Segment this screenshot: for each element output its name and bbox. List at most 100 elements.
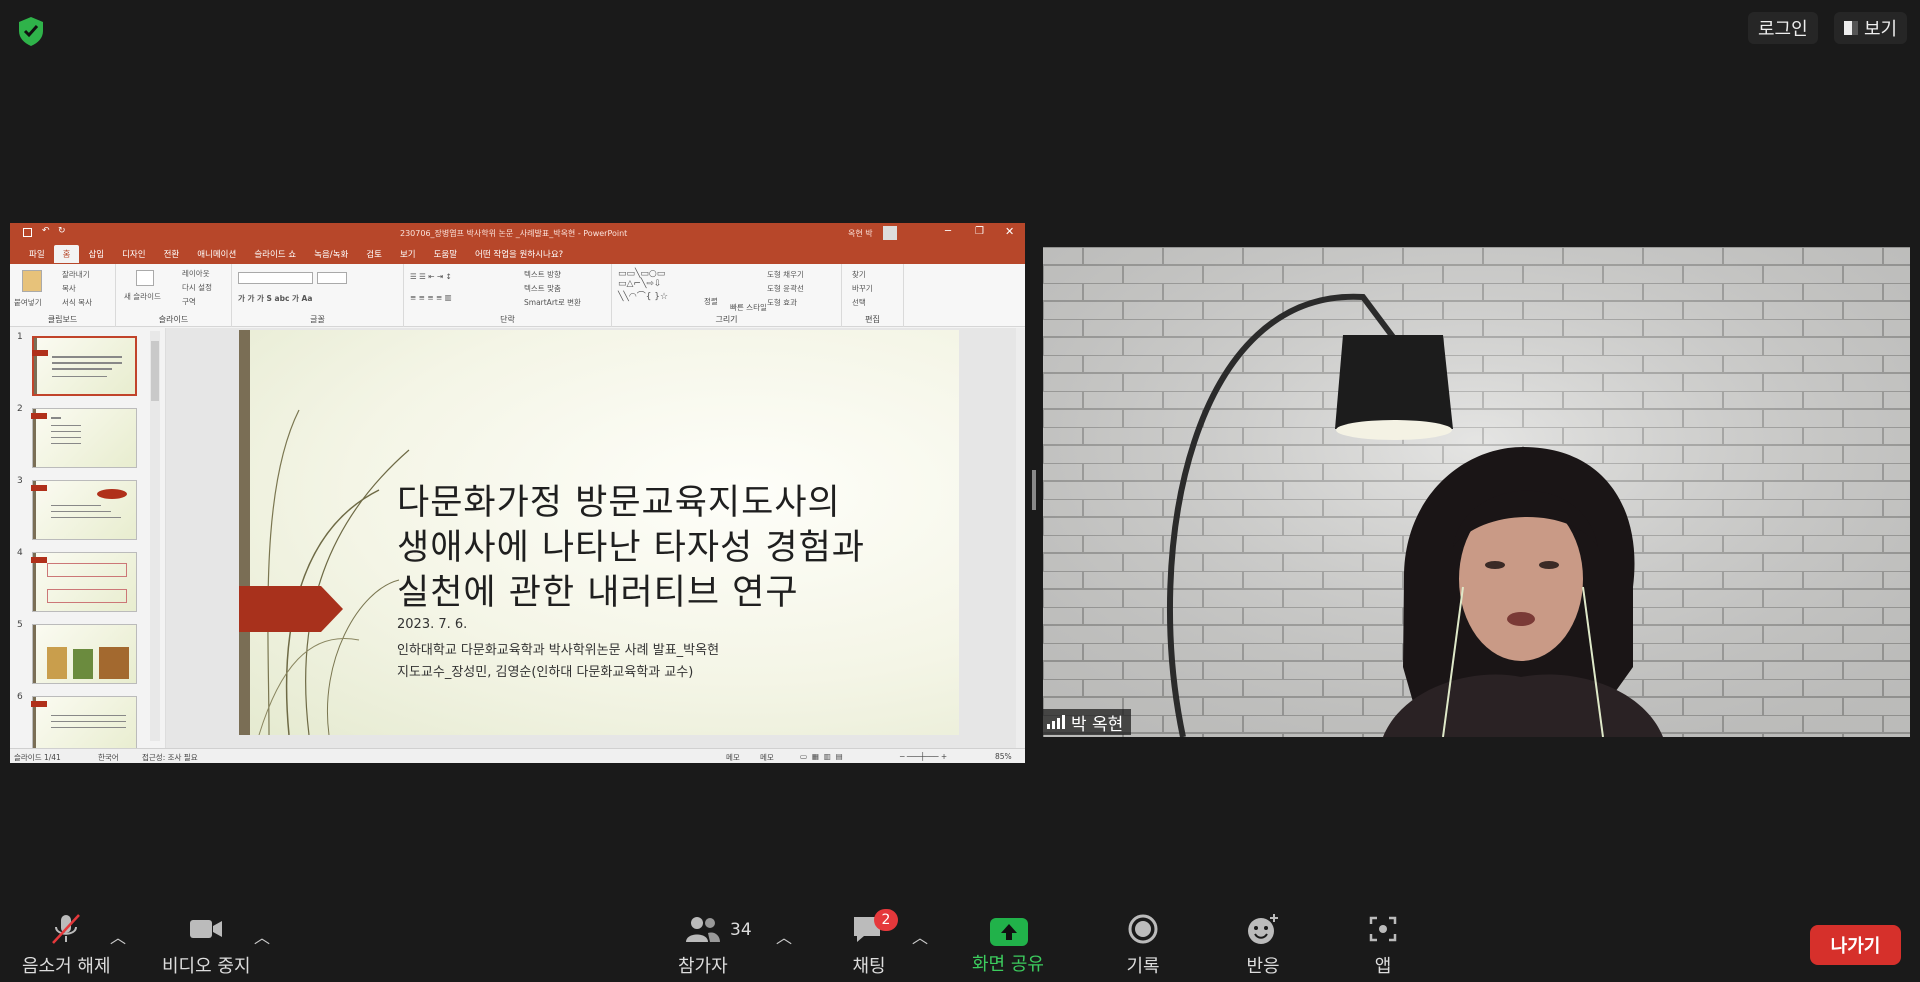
view-button[interactable]: 보기 xyxy=(1834,12,1908,44)
format-painter-button[interactable]: 서식 복사 xyxy=(62,297,92,308)
audio-options-caret-icon[interactable]: ︿ xyxy=(110,924,126,948)
tab-design[interactable]: 디자인 xyxy=(113,245,154,263)
font-size-input[interactable] xyxy=(317,272,347,284)
group-drawing: ▭▭╲▭○▭ ▭△⌐╲⇨⇩ ╲╲◠⌒{ }☆ 정렬 빠른 스타일 도형 채우기 도형… xyxy=(612,264,842,327)
save-icon[interactable] xyxy=(23,228,32,237)
reactions-label: 반응 xyxy=(1246,956,1280,977)
accessibility-status[interactable]: 접근성: 조사 필요 xyxy=(142,752,198,763)
share-screen-icon xyxy=(990,918,1028,946)
cut-button[interactable]: 잘라내기 xyxy=(62,269,90,280)
view-layout-icon xyxy=(1844,21,1858,35)
slide-date[interactable]: 2023. 7. 6. xyxy=(397,617,467,632)
apps-icon xyxy=(1369,916,1397,942)
text-direction-button[interactable]: 텍스트 방향 xyxy=(524,269,561,280)
view-buttons[interactable]: ▭ ▦ ▥ ▤ xyxy=(800,752,843,761)
slide-thumbnail-2[interactable] xyxy=(31,408,137,468)
language-indicator[interactable]: 한국어 xyxy=(98,752,119,763)
slide-advisor[interactable]: 지도교수_장성민, 김영순(인하대 다문화교육학과 교수) xyxy=(397,661,693,680)
bullets-icon[interactable]: ☰ ☰ ⇤ ⇥ ↕ xyxy=(410,272,452,281)
paragraph-label: 단락 xyxy=(500,315,515,324)
paste-button[interactable]: 붙여넣기 xyxy=(14,297,42,308)
tab-slideshow[interactable]: 슬라이드 쇼 xyxy=(245,245,305,263)
shared-screen-powerpoint[interactable]: ↶ ↻ 230706_장병엽프 박사학위 논문 _사례발표_박옥현 - Powe… xyxy=(10,223,1025,763)
participant-video-tile[interactable]: 박 옥현 xyxy=(1043,247,1910,737)
share-screen-button[interactable]: 화면 공유 xyxy=(972,950,1044,976)
video-options-caret-icon[interactable]: ︿ xyxy=(254,924,270,948)
tab-file[interactable]: 파일 xyxy=(20,245,54,263)
chat-options-caret-icon[interactable]: ︿ xyxy=(912,924,928,948)
video-frame xyxy=(1043,247,1910,737)
bold-icon[interactable]: 가 가 가 S abc 가 Aa xyxy=(238,293,312,304)
slide-thumbnail-3[interactable] xyxy=(31,480,137,540)
zoom-level[interactable]: 85% xyxy=(995,752,1012,761)
new-slide-button[interactable]: 새 슬라이드 xyxy=(124,291,161,302)
tell-me-search[interactable]: 어떤 작업을 원하시나요? xyxy=(466,245,572,263)
ppt-titlebar: ↶ ↻ 230706_장병엽프 박사학위 논문 _사례발표_박옥현 - Powe… xyxy=(10,223,1025,244)
slide-subtitle[interactable]: 인하대학교 다문화교육학과 박사학위논문 사례 발표_박옥현 xyxy=(397,639,719,658)
leave-meeting-button[interactable]: 나가기 xyxy=(1810,925,1901,965)
align-text-button[interactable]: 텍스트 맞춤 xyxy=(524,283,561,294)
slide-thumbnail-4[interactable] xyxy=(31,552,137,612)
shape-effects-button[interactable]: 도형 효과 xyxy=(767,297,797,308)
muted-microphone-icon xyxy=(52,914,81,944)
unmute-button[interactable]: 음소거 해제 xyxy=(22,912,111,978)
ribbon-tabs: 파일 홈 삽입 디자인 전환 애니메이션 슬라이드 쇼 녹음/녹화 검토 보기 … xyxy=(10,244,1025,264)
tab-review[interactable]: 검토 xyxy=(357,245,391,263)
login-button[interactable]: 로그인 xyxy=(1748,12,1818,44)
slide-title[interactable]: 다문화가정 방문교육지도사의 생애사에 나타난 타자성 경험과 실천에 관한 내… xyxy=(397,481,937,616)
new-slide-icon[interactable] xyxy=(136,270,154,286)
replace-button[interactable]: 바꾸기 xyxy=(852,283,873,294)
thumb-number: 1 xyxy=(17,332,23,342)
shapes-gallery[interactable]: ▭▭╲▭○▭ ▭△⌐╲⇨⇩ ╲╲◠⌒{ }☆ xyxy=(618,269,668,302)
layout-button[interactable]: 레이아웃 xyxy=(182,268,210,279)
thumbnail-scrollbar[interactable] xyxy=(150,331,160,741)
maximize-icon[interactable]: ❐ xyxy=(975,226,984,237)
paste-icon[interactable] xyxy=(22,270,42,292)
shape-fill-button[interactable]: 도형 채우기 xyxy=(767,269,804,280)
select-button[interactable]: 선택 xyxy=(852,297,866,308)
slide-thumbnail-1[interactable] xyxy=(32,336,137,396)
tab-transitions[interactable]: 전환 xyxy=(155,245,189,263)
slide-thumbnail-6[interactable] xyxy=(31,696,137,756)
arrange-button[interactable]: 정렬 xyxy=(704,296,718,307)
smartart-button[interactable]: SmartArt로 변환 xyxy=(524,297,581,308)
align-icon[interactable]: ≡ ≡ ≡ ≡ ▥ xyxy=(410,293,452,302)
participants-options-caret-icon[interactable]: ︿ xyxy=(776,924,792,948)
group-clipboard: 붙여넣기 잘라내기 복사 서식 복사 클립보드 xyxy=(10,264,116,327)
zoom-slider[interactable]: ─ ───┼─── + xyxy=(900,752,947,761)
quick-styles-button[interactable]: 빠른 스타일 xyxy=(730,302,767,313)
shape-outline-button[interactable]: 도형 윤곽선 xyxy=(767,283,804,294)
ppt-status-bar: 슬라이드 1/41 한국어 접근성: 조사 필요 메모 메모 ▭ ▦ ▥ ▤ ─… xyxy=(10,748,1025,763)
reset-button[interactable]: 다시 설정 xyxy=(182,282,212,293)
stop-video-button[interactable]: 비디오 중지 xyxy=(162,912,251,978)
tab-recording[interactable]: 녹음/녹화 xyxy=(305,245,357,263)
tab-animations[interactable]: 애니메이션 xyxy=(188,245,245,263)
find-button[interactable]: 찾기 xyxy=(852,269,866,280)
apps-button[interactable]: 앱 xyxy=(1364,912,1402,978)
user-avatar-icon[interactable] xyxy=(883,226,897,240)
copy-button[interactable]: 복사 xyxy=(62,283,76,294)
notes-button[interactable]: 메모 xyxy=(726,752,740,763)
close-icon[interactable]: ✕ xyxy=(1005,225,1014,238)
comments-button[interactable]: 메모 xyxy=(760,752,774,763)
reactions-button[interactable]: 반응 xyxy=(1244,912,1282,978)
record-button[interactable]: 기록 xyxy=(1124,912,1162,978)
split-view-handle[interactable] xyxy=(1032,470,1036,510)
section-button[interactable]: 구역 xyxy=(182,296,196,307)
unmute-label: 음소거 해제 xyxy=(22,956,111,977)
tab-insert[interactable]: 삽입 xyxy=(79,245,113,263)
tab-help[interactable]: 도움말 xyxy=(425,245,466,263)
redo-icon[interactable]: ↻ xyxy=(58,226,66,236)
participants-button[interactable]: 참가자 xyxy=(678,912,728,978)
minimize-icon[interactable]: ─ xyxy=(945,226,951,237)
font-name-input[interactable] xyxy=(238,272,313,284)
slide-scrollbar[interactable] xyxy=(1016,328,1025,748)
ribbon-home: 붙여넣기 잘라내기 복사 서식 복사 클립보드 새 슬라이드 레이아웃 다시 설… xyxy=(10,264,1025,327)
video-camera-icon xyxy=(190,920,223,938)
tab-view[interactable]: 보기 xyxy=(391,245,425,263)
undo-icon[interactable]: ↶ xyxy=(42,226,50,236)
current-slide[interactable]: 다문화가정 방문교육지도사의 생애사에 나타난 타자성 경험과 실천에 관한 내… xyxy=(239,330,959,735)
tab-home[interactable]: 홈 xyxy=(53,245,80,263)
encryption-shield-icon[interactable] xyxy=(14,14,48,48)
slide-thumbnail-5[interactable] xyxy=(32,624,137,684)
